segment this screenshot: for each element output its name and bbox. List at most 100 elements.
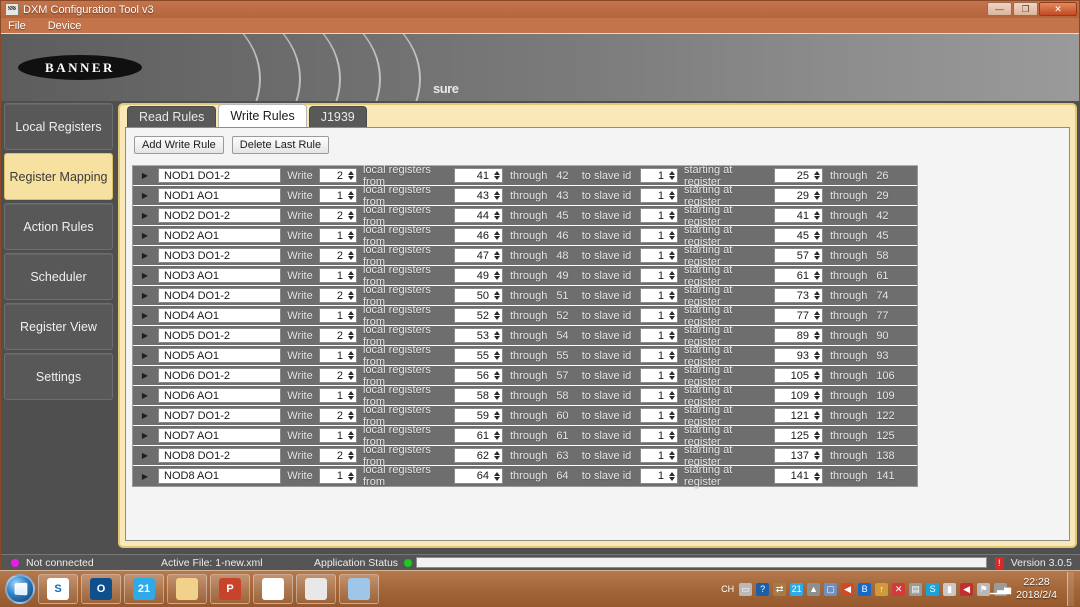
start-register-input[interactable]: 121 [774,408,812,423]
start-register-stepper[interactable] [812,168,823,183]
table-row[interactable]: ▶ NOD7 AO1 Write 1 local registers from 61 thr… [133,424,917,448]
table-row[interactable]: ▶ NOD5 DO1-2 Write 2 local registers from 53 t… [133,324,917,348]
register-count-stepper[interactable] [346,388,357,403]
from-register-stepper[interactable] [492,268,503,283]
antivirus-icon[interactable]: ✕ [892,582,906,596]
slave-id-input[interactable]: 1 [640,328,667,343]
slave-id-input[interactable]: 1 [640,468,667,484]
row-expand-icon[interactable]: ▶ [133,366,157,385]
slave-id-stepper[interactable] [667,348,678,363]
table-row[interactable]: ▶ NOD8 DO1-2 Write 2 local registers from 62 t… [133,444,917,468]
start-register-input[interactable]: 61 [774,268,812,283]
from-register-stepper[interactable] [492,448,503,463]
table-row[interactable]: ▶ NOD8 AO1 Write 1 local registers from 64 thr… [133,464,917,488]
register-count-input[interactable]: 2 [319,408,346,423]
from-register-input[interactable]: 56 [454,368,492,383]
row-expand-icon[interactable]: ▶ [133,426,157,445]
from-register-stepper[interactable] [492,288,503,303]
register-count-stepper[interactable] [346,448,357,463]
start-register-stepper[interactable] [812,368,823,383]
register-count-input[interactable]: 1 [319,188,346,203]
delete-last-rule-button[interactable]: Delete Last Rule [231,136,330,154]
register-count-stepper[interactable] [346,208,357,223]
start-register-stepper[interactable] [812,248,823,263]
row-expand-icon[interactable]: ▶ [133,326,157,345]
from-register-stepper[interactable] [492,408,503,423]
from-register-input[interactable]: 58 [454,388,492,403]
rule-name-input[interactable]: NOD4 DO1-2 [158,288,281,303]
start-register-input[interactable]: 25 [774,168,812,183]
register-count-stepper[interactable] [346,348,357,363]
register-count-input[interactable]: 1 [319,468,346,484]
from-register-input[interactable]: 46 [454,228,492,243]
rule-name-input[interactable]: NOD8 DO1-2 [158,448,281,463]
volume-icon[interactable]: ◀ [841,582,855,596]
rule-name-input[interactable]: NOD8 AO1 [158,468,281,484]
slave-id-stepper[interactable] [667,428,678,443]
start-register-input[interactable]: 109 [774,388,812,403]
row-expand-icon[interactable]: ▶ [133,286,157,305]
start-register-input[interactable]: 89 [774,328,812,343]
taskbar-item-outlook[interactable]: O [81,574,121,604]
from-register-input[interactable]: 53 [454,328,492,343]
from-register-stepper[interactable] [492,368,503,383]
battery-icon[interactable]: ▮ [943,582,957,596]
taskbar-item-powerpoint[interactable]: P [210,574,250,604]
menu-item-device[interactable]: Device [48,20,82,32]
table-row[interactable]: ▶ NOD5 AO1 Write 1 local registers from 55 thr… [133,344,917,368]
bluetooth-icon[interactable]: B [858,582,872,596]
rule-name-input[interactable]: NOD6 DO1-2 [158,368,281,383]
start-register-stepper[interactable] [812,328,823,343]
from-register-stepper[interactable] [492,348,503,363]
row-expand-icon[interactable]: ▶ [133,246,157,265]
table-row[interactable]: ▶ NOD7 DO1-2 Write 2 local registers from 59 t… [133,404,917,428]
start-register-input[interactable]: 125 [774,428,812,443]
from-register-input[interactable]: 49 [454,268,492,283]
register-count-stepper[interactable] [346,288,357,303]
slave-id-input[interactable]: 1 [640,228,667,243]
slave-id-stepper[interactable] [667,328,678,343]
from-register-stepper[interactable] [492,468,503,484]
sidebar-item-register-view[interactable]: Register View [4,303,113,350]
rule-name-input[interactable]: NOD1 DO1-2 [158,168,281,183]
tab-read-rules[interactable]: Read Rules [127,106,217,127]
register-count-stepper[interactable] [346,408,357,423]
table-row[interactable]: ▶ NOD4 DO1-2 Write 2 local registers from 50 t… [133,284,917,308]
register-count-input[interactable]: 1 [319,348,346,363]
slave-id-input[interactable]: 1 [640,448,667,463]
from-register-stepper[interactable] [492,208,503,223]
slave-id-stepper[interactable] [667,188,678,203]
slave-id-input[interactable]: 1 [640,268,667,283]
slave-id-input[interactable]: 1 [640,208,667,223]
register-count-input[interactable]: 1 [319,228,346,243]
table-row[interactable]: ▶ NOD4 AO1 Write 1 local registers from 52 thr… [133,304,917,328]
start-register-input[interactable]: 73 [774,288,812,303]
mute-icon[interactable]: ◀ [960,582,974,596]
slave-id-input[interactable]: 1 [640,428,667,443]
from-register-stepper[interactable] [492,228,503,243]
add-write-rule-button[interactable]: Add Write Rule [134,136,224,154]
sidebar-item-local-registers[interactable]: Local Registers [4,103,113,150]
slave-id-stepper[interactable] [667,368,678,383]
rule-name-input[interactable]: NOD3 DO1-2 [158,248,281,263]
from-register-input[interactable]: 44 [454,208,492,223]
show-desktop-button[interactable] [1067,572,1074,606]
start-register-input[interactable]: 93 [774,348,812,363]
signal-icon[interactable]: ▁▃▅ [990,582,1011,596]
taskbar-item-sogou-browser[interactable]: S [38,574,78,604]
slave-id-stepper[interactable] [667,248,678,263]
sidebar-item-settings[interactable]: Settings [4,353,113,400]
start-register-stepper[interactable] [812,408,823,423]
taskbar-item-qq-contacts[interactable]: 21 [124,574,164,604]
register-count-stepper[interactable] [346,228,357,243]
table-row[interactable]: ▶ NOD1 AO1 Write 1 local registers from 43 thr… [133,184,917,208]
slave-id-input[interactable]: 1 [640,348,667,363]
menu-item-file[interactable]: File [8,20,26,32]
rule-name-input[interactable]: NOD4 AO1 [158,308,281,323]
from-register-input[interactable]: 47 [454,248,492,263]
start-register-input[interactable]: 77 [774,308,812,323]
slave-id-stepper[interactable] [667,408,678,423]
slave-id-input[interactable]: 1 [640,168,667,183]
slave-id-input[interactable]: 1 [640,368,667,383]
start-register-input[interactable]: 29 [774,188,812,203]
